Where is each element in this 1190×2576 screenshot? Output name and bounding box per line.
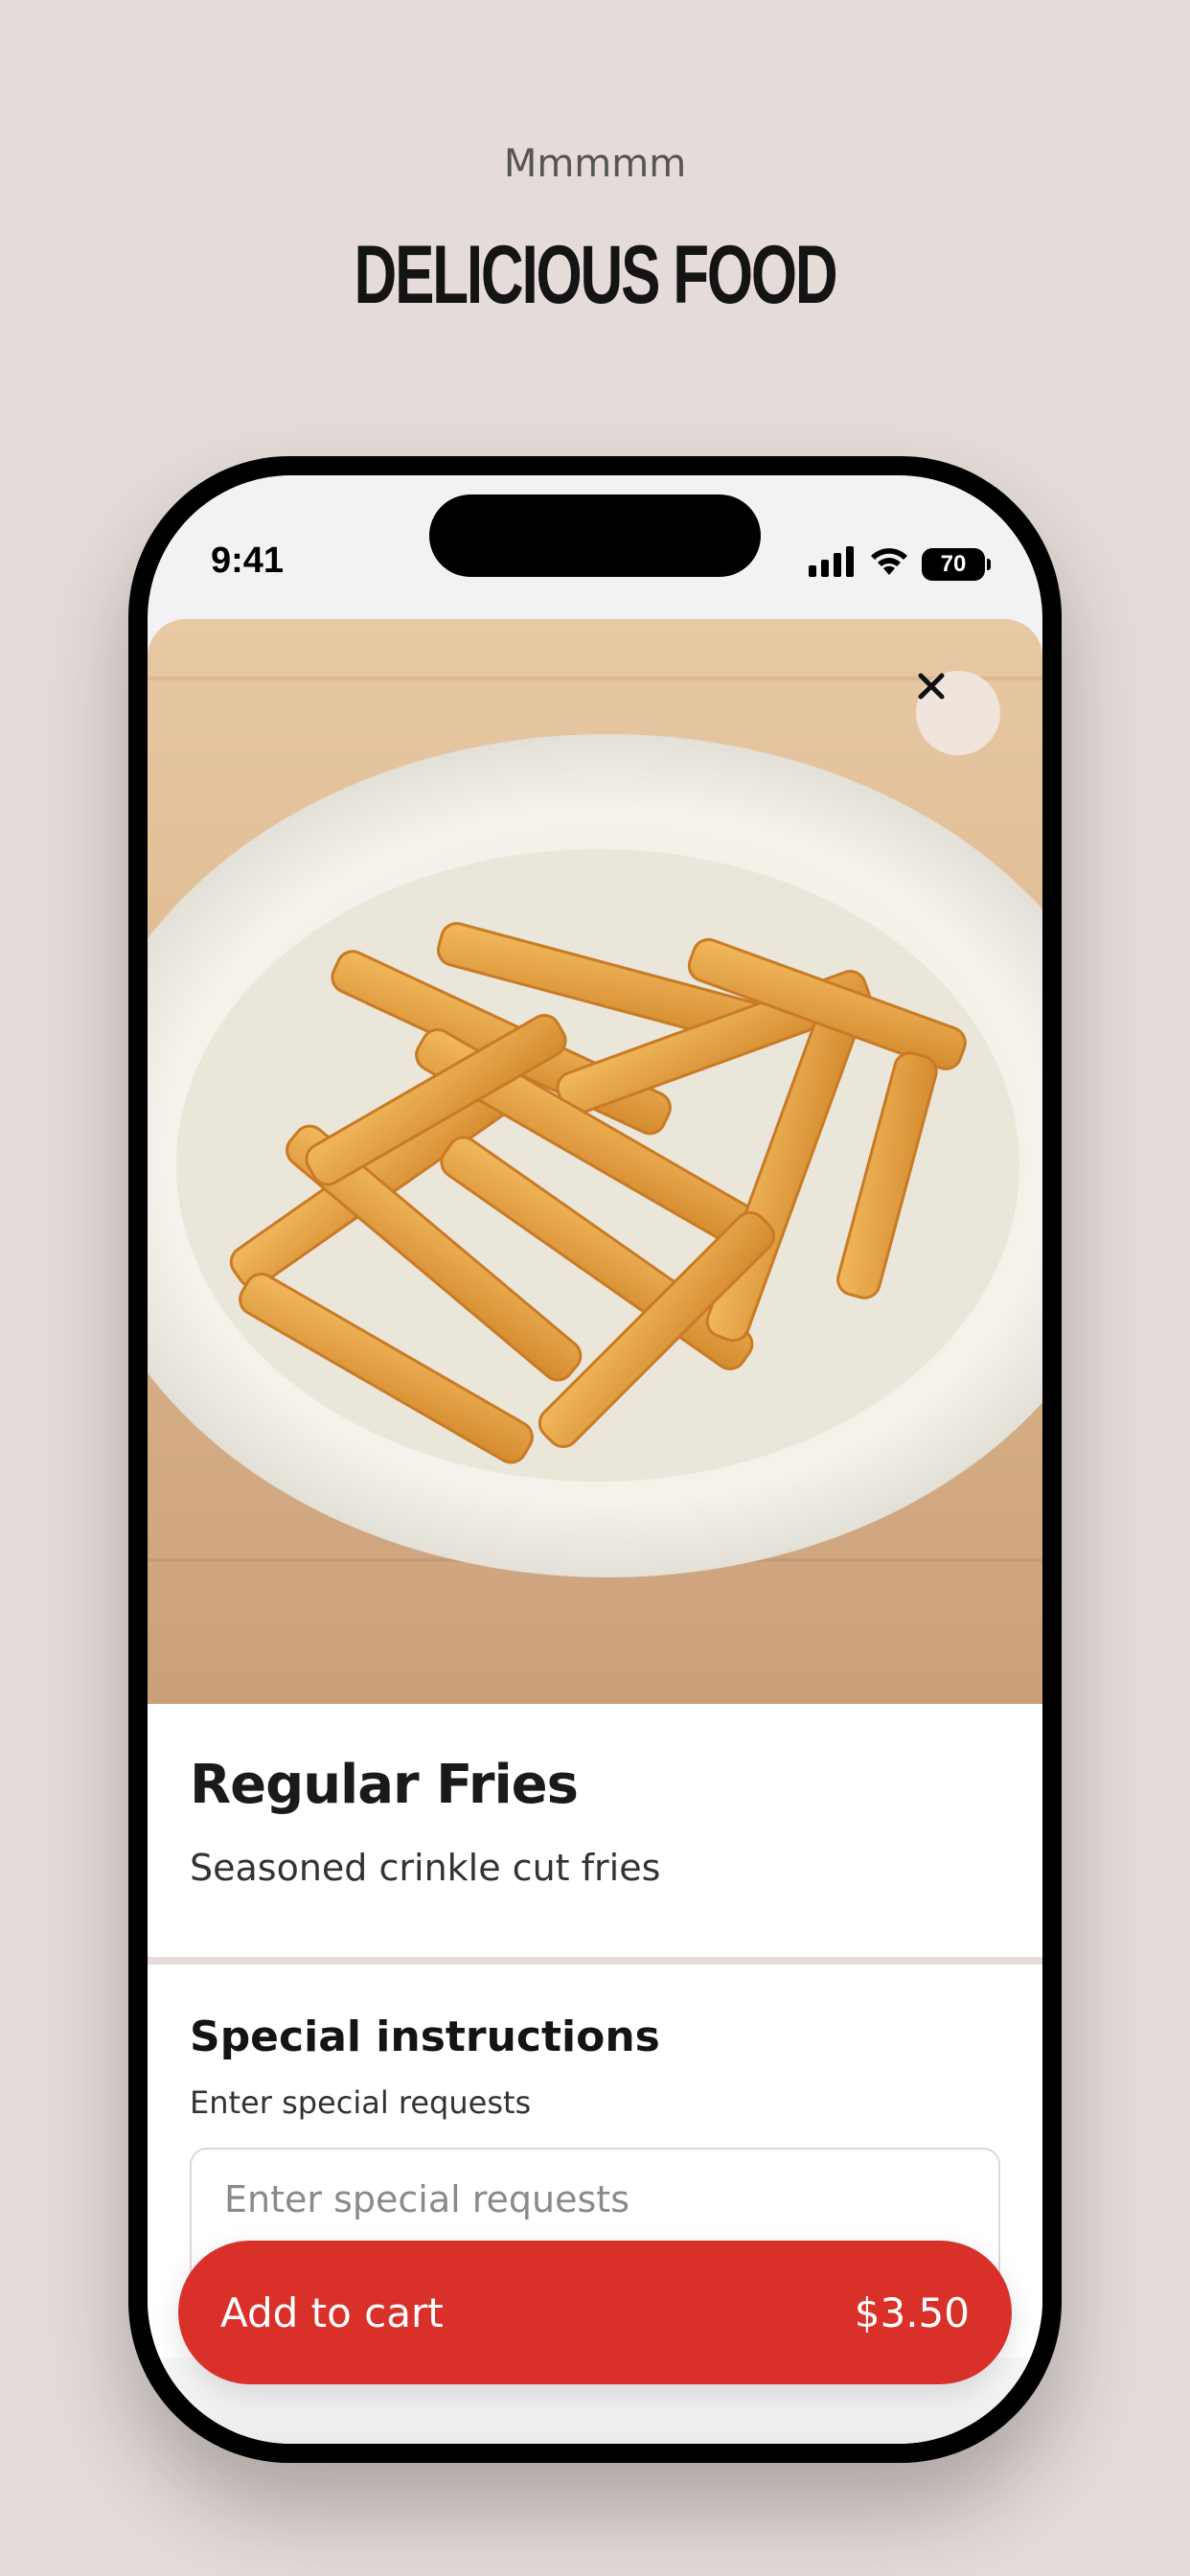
instructions-title: Special instructions [190, 2012, 660, 2061]
page: Mmmmm DELICIOUS FOOD 9:41 70 Regular Fri… [0, 0, 1190, 2576]
section-divider [148, 1957, 1042, 1965]
headline: DELICIOUS FOOD [354, 229, 838, 321]
status-icons: 70 [809, 546, 991, 582]
close-icon [918, 673, 945, 700]
add-to-cart-button[interactable]: Add to cart $3.50 [178, 2241, 1012, 2384]
signal-icon [809, 546, 857, 582]
wifi-icon [868, 546, 910, 582]
product-info: Regular Fries Seasoned crinkle cut fries [148, 1704, 1042, 1957]
phone-frame: 9:41 70 Regular Fries Seasoned crinkle c… [128, 456, 1062, 2463]
cart-price: $3.50 [854, 2288, 970, 2336]
instructions-label: Enter special requests [190, 2084, 532, 2121]
battery-icon: 70 [922, 547, 991, 581]
product-description: Seasoned crinkle cut fries [190, 1847, 661, 1889]
add-to-cart-label: Add to cart [220, 2288, 444, 2336]
phone-screen: 9:41 70 Regular Fries Seasoned crinkle c… [148, 475, 1042, 2444]
product-sheet: Regular Fries Seasoned crinkle cut fries… [148, 619, 1042, 2444]
product-name: Regular Fries [190, 1754, 579, 1816]
status-bar: 9:41 70 [148, 475, 1042, 610]
close-button[interactable] [916, 671, 1000, 755]
fries-plate-image [148, 619, 1042, 1704]
kicker-text: Mmmmm [503, 142, 687, 186]
product-image [148, 619, 1042, 1704]
dynamic-island [429, 494, 761, 577]
status-time: 9:41 [211, 540, 285, 581]
